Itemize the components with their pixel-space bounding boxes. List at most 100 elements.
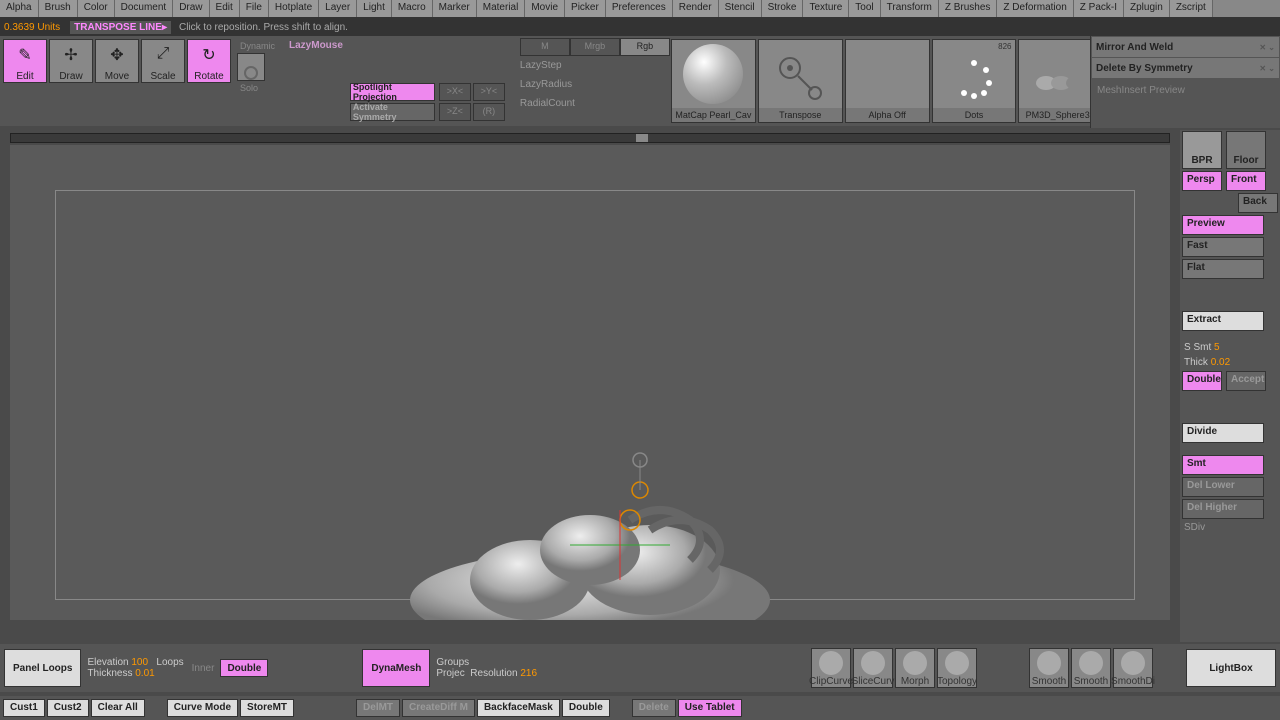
- back-button[interactable]: Back: [1238, 193, 1278, 213]
- menu-light[interactable]: Light: [357, 0, 392, 17]
- alpha-tool[interactable]: Alpha Off: [845, 39, 930, 123]
- radialcount-label[interactable]: RadialCount: [516, 94, 670, 113]
- sdiv-label[interactable]: SDiv: [1180, 520, 1280, 535]
- menu-render[interactable]: Render: [673, 0, 719, 17]
- menu-zscript[interactable]: Zscript: [1170, 0, 1213, 17]
- menu-movie[interactable]: Movie: [525, 0, 565, 17]
- lightbox-button[interactable]: LightBox: [1186, 649, 1276, 687]
- thick-label[interactable]: Thick 0.02: [1180, 355, 1280, 370]
- cust2-button[interactable]: Cust2: [47, 699, 89, 717]
- y-button[interactable]: >Y<: [473, 83, 505, 101]
- storemt-button[interactable]: StoreMT: [240, 699, 294, 717]
- usetablet-button[interactable]: Use Tablet: [678, 699, 742, 717]
- matcap-tool[interactable]: MatCap Pearl_Cav: [671, 39, 756, 123]
- dynamesh-button[interactable]: DynaMesh: [362, 649, 430, 687]
- menu-stencil[interactable]: Stencil: [719, 0, 762, 17]
- double-bottom-button[interactable]: Double: [220, 659, 268, 677]
- smoothdi-button[interactable]: SmoothDi: [1113, 648, 1153, 688]
- projec-res[interactable]: Projec Resolution 216: [436, 668, 537, 679]
- menu-file[interactable]: File: [240, 0, 269, 17]
- menu-z-pack-i[interactable]: Z Pack-I: [1074, 0, 1124, 17]
- menu-stroke[interactable]: Stroke: [762, 0, 804, 17]
- slicecurv-button[interactable]: SliceCurv: [853, 648, 893, 688]
- menu-layer[interactable]: Layer: [319, 0, 357, 17]
- lazymouse-button[interactable]: LazyMouse: [285, 38, 347, 53]
- dynamic-icon[interactable]: [237, 53, 265, 81]
- timeline[interactable]: [10, 133, 1170, 143]
- mrgb-button[interactable]: Mrgb: [570, 38, 620, 56]
- menu-brush[interactable]: Brush: [39, 0, 78, 17]
- x-button[interactable]: >X<: [439, 83, 471, 101]
- smt-button[interactable]: Smt: [1182, 455, 1264, 475]
- dots-tool[interactable]: 826 Dots: [932, 39, 1017, 123]
- menu-tool[interactable]: Tool: [849, 0, 880, 17]
- move-button[interactable]: ✥Move: [95, 39, 139, 83]
- smooth1-button[interactable]: Smooth: [1029, 648, 1069, 688]
- menu-edit[interactable]: Edit: [210, 0, 240, 17]
- clipcurve-button[interactable]: ClipCurve: [811, 648, 851, 688]
- menu-hotplate[interactable]: Hotplate: [269, 0, 319, 17]
- menu-transform[interactable]: Transform: [881, 0, 939, 17]
- canvas[interactable]: [10, 145, 1170, 620]
- m-button[interactable]: M: [520, 38, 570, 56]
- draw-button[interactable]: ✢Draw: [49, 39, 93, 83]
- bpr-button[interactable]: BPR: [1182, 131, 1222, 169]
- menu-material[interactable]: Material: [477, 0, 526, 17]
- menu-picker[interactable]: Picker: [565, 0, 606, 17]
- double-footer-button[interactable]: Double: [562, 699, 610, 717]
- panelloops-button[interactable]: Panel Loops: [4, 649, 81, 687]
- menu-marker[interactable]: Marker: [433, 0, 477, 17]
- fast-button[interactable]: Fast: [1182, 237, 1264, 257]
- double-button[interactable]: Double: [1182, 371, 1222, 391]
- elevation-param[interactable]: Elevation 100 Loops: [87, 657, 183, 668]
- rgb-button[interactable]: Rgb: [620, 38, 670, 56]
- divide-button[interactable]: Divide: [1182, 423, 1264, 443]
- flat-button[interactable]: Flat: [1182, 259, 1264, 279]
- menu-color[interactable]: Color: [78, 0, 115, 17]
- menu-preferences[interactable]: Preferences: [606, 0, 673, 17]
- lazystep-label[interactable]: LazyStep: [516, 56, 670, 75]
- clearall-button[interactable]: Clear All: [91, 699, 145, 717]
- menu-texture[interactable]: Texture: [803, 0, 849, 17]
- backface-button[interactable]: BackfaceMask: [477, 699, 560, 717]
- edit-button[interactable]: ✎Edit: [3, 39, 47, 83]
- menu-zplugin[interactable]: Zplugin: [1124, 0, 1170, 17]
- smooth2-button[interactable]: Smooth: [1071, 648, 1111, 688]
- delete-footer-button[interactable]: Delete: [632, 699, 676, 717]
- extract-button[interactable]: Extract: [1182, 311, 1264, 331]
- delhigher-button[interactable]: Del Higher: [1182, 499, 1264, 519]
- dellower-button[interactable]: Del Lower: [1182, 477, 1264, 497]
- z-button[interactable]: >Z<: [439, 103, 471, 121]
- creatediff-button[interactable]: CreateDiff M: [402, 699, 475, 717]
- groups-label[interactable]: Groups: [436, 657, 537, 668]
- mirror-weld-button[interactable]: Mirror And Weld✕ ⌄: [1092, 37, 1279, 57]
- menu-z-deformation[interactable]: Z Deformation: [997, 0, 1073, 17]
- delete-symmetry-button[interactable]: Delete By Symmetry✕ ⌄: [1092, 58, 1279, 78]
- floor-side-button[interactable]: Floor: [1226, 131, 1266, 169]
- menu-macro[interactable]: Macro: [392, 0, 433, 17]
- persp-button[interactable]: Persp: [1182, 171, 1222, 191]
- morph-button[interactable]: Morph: [895, 648, 935, 688]
- menu-draw[interactable]: Draw: [173, 0, 209, 17]
- inner-label[interactable]: Inner: [192, 663, 215, 674]
- transpose-tool[interactable]: Transpose: [758, 39, 843, 123]
- solo-label[interactable]: Solo: [236, 82, 279, 94]
- scale-button[interactable]: ⤢Scale: [141, 39, 185, 83]
- r-button[interactable]: (R): [473, 103, 505, 121]
- rotate-button[interactable]: ↻Rotate: [187, 39, 231, 83]
- timeline-marker[interactable]: [636, 134, 648, 142]
- curvemode-button[interactable]: Curve Mode: [167, 699, 238, 717]
- lazyradius-label[interactable]: LazyRadius: [516, 75, 670, 94]
- thickness-param[interactable]: Thickness 0.01: [87, 668, 183, 679]
- accept-button[interactable]: Accept: [1226, 371, 1266, 391]
- topology-button[interactable]: Topology: [937, 648, 977, 688]
- delmt-button[interactable]: DelMT: [356, 699, 400, 717]
- cust1-button[interactable]: Cust1: [3, 699, 45, 717]
- preview-button[interactable]: Preview: [1182, 215, 1264, 235]
- symmetry-button[interactable]: Activate Symmetry: [350, 103, 435, 121]
- front-button[interactable]: Front: [1226, 171, 1266, 191]
- menu-alpha[interactable]: Alpha: [0, 0, 39, 17]
- menu-z-brushes[interactable]: Z Brushes: [939, 0, 998, 17]
- spotlight-button[interactable]: Spotlight Projection: [350, 83, 435, 101]
- menu-document[interactable]: Document: [115, 0, 174, 17]
